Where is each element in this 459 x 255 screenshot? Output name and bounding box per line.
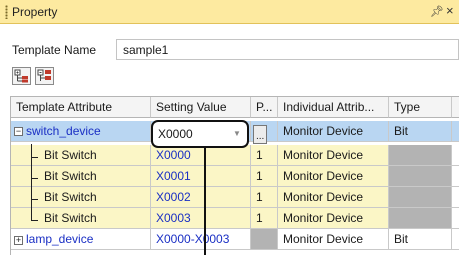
expand-toggle-icon[interactable]: + <box>14 236 23 245</box>
table-row-type <box>389 145 452 166</box>
table-row-attribute[interactable]: Bit Switch <box>11 208 151 229</box>
table-row-filler <box>452 229 459 250</box>
table-row-individual: Monitor Device <box>278 166 389 187</box>
column-header-type[interactable]: Type <box>389 97 452 118</box>
tree-connector <box>31 144 32 221</box>
table-row-attribute[interactable]: lamp_device <box>11 229 151 250</box>
close-icon[interactable]: × <box>446 3 454 18</box>
panel-title: Property <box>12 5 58 19</box>
table-row-type <box>389 208 452 229</box>
column-header-p[interactable]: P... <box>251 97 278 118</box>
table-row-p: 1 <box>251 166 278 187</box>
table-row-p <box>251 229 278 250</box>
property-panel-titlebar: Property 📌︎ × <box>0 0 459 24</box>
column-header-individual[interactable]: Individual Attrib... <box>278 97 389 118</box>
table-row-individual: Monitor Device <box>278 121 389 142</box>
expand-all-button[interactable] <box>12 67 31 85</box>
tree-connector <box>31 199 38 200</box>
table-row-filler <box>452 121 459 142</box>
callout-line <box>204 148 206 255</box>
table-row-attribute[interactable]: Bit Switch <box>11 145 151 166</box>
table-row-filler <box>452 145 459 166</box>
table-row-individual: Monitor Device <box>278 145 389 166</box>
tree-connector <box>31 220 38 221</box>
setting-value-text: X0000 <box>158 127 193 141</box>
table-row-individual: Monitor Device <box>278 208 389 229</box>
table-row-attribute[interactable]: Bit Switch <box>11 166 151 187</box>
table-row-type <box>389 187 452 208</box>
table-row-setting[interactable]: X0003 <box>151 208 251 229</box>
table-row-attribute[interactable]: Bit Switch <box>11 187 151 208</box>
table-row-p: 1 <box>251 145 278 166</box>
table-row-type: Bit <box>389 121 452 142</box>
table-row-setting[interactable]: X0001 <box>151 166 251 187</box>
tree-connector <box>31 178 38 179</box>
dropdown-arrow-icon[interactable]: ▼ <box>233 129 241 138</box>
column-header-setting[interactable]: Setting Value <box>151 97 251 118</box>
column-header-attribute[interactable]: Template Attribute <box>11 97 151 118</box>
table-row-setting[interactable]: X0002 <box>151 187 251 208</box>
browse-button[interactable]: ... <box>253 125 267 144</box>
collapse-toggle-icon[interactable]: − <box>14 127 23 136</box>
table-row-individual: Monitor Device <box>278 229 389 250</box>
table-row-attribute[interactable]: switch_device <box>11 121 151 142</box>
table-row-filler <box>452 166 459 187</box>
table-row-p: 1 <box>251 187 278 208</box>
column-header-filler <box>452 97 459 118</box>
collapse-all-icon <box>37 69 51 81</box>
table-row-p: 1 <box>251 208 278 229</box>
table-row-filler <box>452 187 459 208</box>
table-row-setting[interactable]: X0000-X0003 <box>151 229 251 250</box>
collapse-all-button[interactable] <box>35 67 54 85</box>
drag-grip-icon[interactable] <box>5 5 8 19</box>
table-row-filler <box>452 208 459 229</box>
template-name-input[interactable]: sample1 <box>116 39 459 60</box>
table-row-individual: Monitor Device <box>278 187 389 208</box>
expand-all-icon <box>14 69 28 83</box>
tree-connector <box>31 157 38 158</box>
table-row-type: Bit <box>389 229 452 250</box>
setting-value-combobox[interactable]: X0000 ▼ <box>151 120 249 148</box>
table-row-setting[interactable]: X0000 <box>151 145 251 166</box>
table-row-type <box>389 166 452 187</box>
template-name-label: Template Name <box>12 43 97 57</box>
pin-icon[interactable]: 📌︎ <box>430 5 444 18</box>
